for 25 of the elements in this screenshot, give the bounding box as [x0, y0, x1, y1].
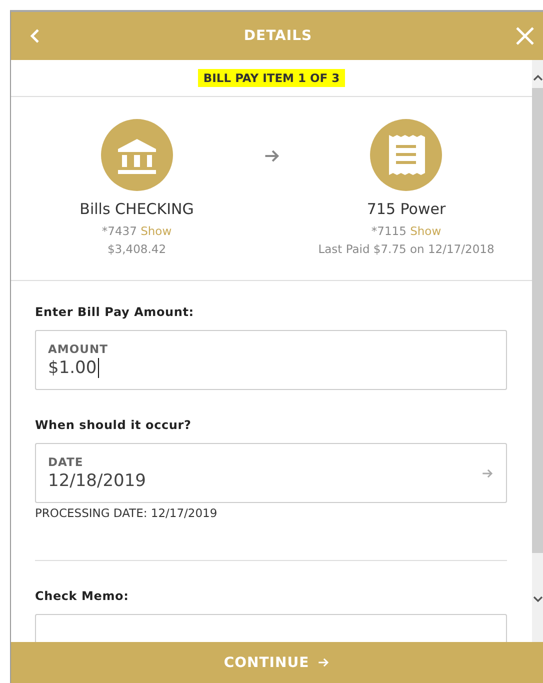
account-number: *7437: [102, 224, 137, 238]
window-title: DETAILS: [244, 28, 312, 44]
account-detail: Last Paid $7.75 on 12/17/2018: [318, 242, 494, 256]
receipt-icon: [387, 134, 426, 176]
scroll-up-icon[interactable]: [532, 74, 542, 82]
arrow-icon: [317, 656, 330, 669]
back-icon: [29, 28, 41, 44]
account-number: *7115: [371, 224, 406, 238]
field-label: Enter Bill Pay Amount:: [35, 305, 194, 319]
arrow-icon: [481, 466, 494, 480]
continue-button[interactable]: CONTINUE: [11, 642, 543, 683]
processing-date: PROCESSING DATE: 12/17/2019: [35, 506, 218, 520]
account-detail: $3,408.42: [107, 242, 166, 256]
scrollbar[interactable]: [532, 60, 543, 642]
field-label: Check Memo:: [35, 589, 129, 603]
show-link[interactable]: Show: [140, 224, 172, 238]
amount-field[interactable]: AMOUNT $1.00: [35, 330, 507, 390]
close-icon: [514, 26, 535, 46]
field-label: When should it occur?: [35, 418, 192, 432]
scroll-down-icon[interactable]: [532, 595, 542, 603]
item-counter: BILL PAY ITEM 1 OF 3: [198, 69, 345, 87]
account-name: Bills CHECKING: [80, 200, 194, 218]
account-name: 715 Power: [366, 200, 446, 218]
show-link[interactable]: Show: [410, 224, 442, 238]
date-field[interactable]: DATE 12/18/2019: [35, 443, 507, 503]
